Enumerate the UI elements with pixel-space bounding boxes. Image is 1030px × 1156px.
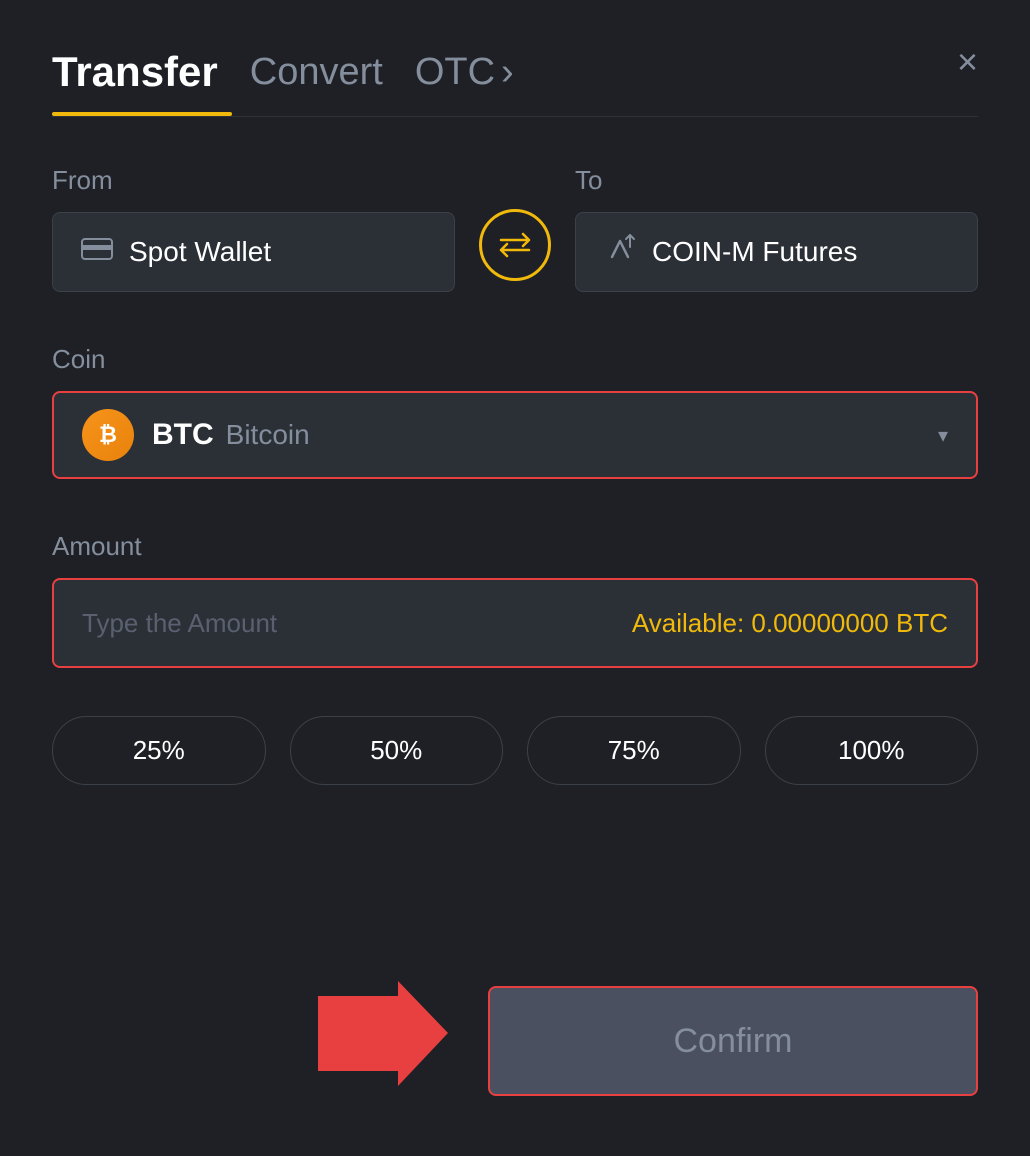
amount-label: Amount <box>52 531 978 562</box>
available-value: 0.00000000 BTC <box>751 608 948 638</box>
swap-container <box>455 177 575 281</box>
confirm-arrow-icon <box>318 981 448 1091</box>
coin-selector[interactable]: ₿ BTC Bitcoin ▾ <box>52 391 978 479</box>
coin-section: Coin ₿ BTC Bitcoin ▾ <box>52 344 978 479</box>
from-wallet-name: Spot Wallet <box>129 236 271 268</box>
futures-icon <box>604 233 636 272</box>
header-divider <box>52 116 978 117</box>
amount-placeholder: Type the Amount <box>82 608 277 639</box>
percent-buttons: 25% 50% 75% 100% <box>52 716 978 785</box>
to-wallet-selector[interactable]: COIN-M Futures <box>575 212 978 292</box>
to-wallet-name: COIN-M Futures <box>652 236 857 268</box>
amount-available: Available: 0.00000000 BTC <box>632 608 948 639</box>
coin-name: Bitcoin <box>226 419 310 451</box>
from-block: From Spot Wallet <box>52 165 455 292</box>
to-label: To <box>575 165 978 196</box>
confirm-button[interactable]: Confirm <box>488 986 978 1096</box>
close-button[interactable]: × <box>957 44 978 80</box>
coin-label: Coin <box>52 344 978 375</box>
from-label: From <box>52 165 455 196</box>
chevron-down-icon: ▾ <box>938 423 948 448</box>
pct-75-button[interactable]: 75% <box>527 716 741 785</box>
to-block: To COIN-M Futures <box>575 165 978 292</box>
coin-symbol: BTC <box>152 418 214 452</box>
amount-section: Amount Type the Amount Available: 0.0000… <box>52 531 978 668</box>
modal-header: Transfer Convert OTC › <box>52 48 978 96</box>
tab-otc-label: OTC <box>415 51 495 94</box>
wallet-card-icon <box>81 235 113 270</box>
tab-otc[interactable]: OTC › <box>415 51 514 94</box>
from-to-section: From Spot Wallet To <box>52 165 978 292</box>
pct-50-button[interactable]: 50% <box>290 716 504 785</box>
tab-convert[interactable]: Convert <box>250 51 383 94</box>
amount-input-box[interactable]: Type the Amount Available: 0.00000000 BT… <box>52 578 978 668</box>
bottom-section: Confirm <box>52 986 978 1096</box>
tab-otc-arrow: › <box>501 51 514 94</box>
from-wallet-selector[interactable]: Spot Wallet <box>52 212 455 292</box>
transfer-modal: Transfer Convert OTC › × From Spot Walle… <box>0 0 1030 1156</box>
svg-text:₿: ₿ <box>99 422 117 447</box>
pct-25-button[interactable]: 25% <box>52 716 266 785</box>
pct-100-button[interactable]: 100% <box>765 716 979 785</box>
swap-button[interactable] <box>479 209 551 281</box>
btc-icon: ₿ <box>82 409 134 461</box>
tab-transfer[interactable]: Transfer <box>52 48 218 96</box>
available-label: Available: <box>632 608 744 638</box>
